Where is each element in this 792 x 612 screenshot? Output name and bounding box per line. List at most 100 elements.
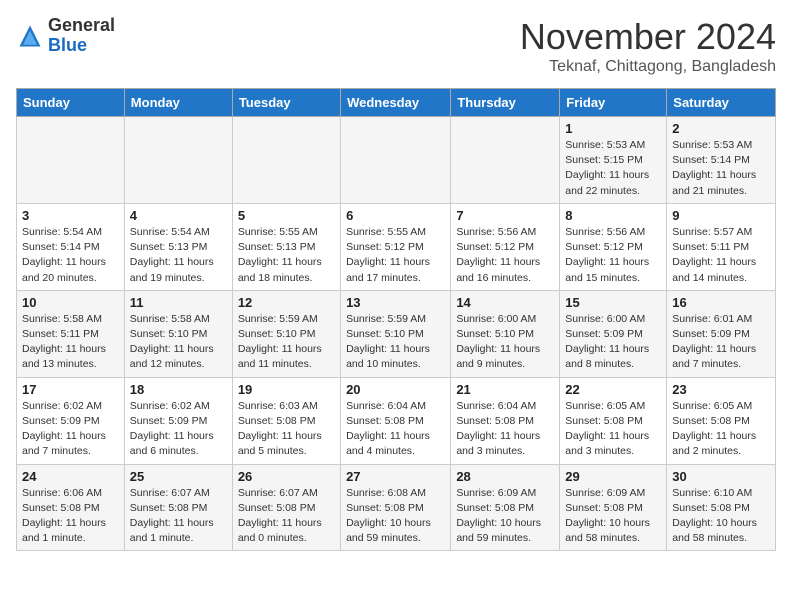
day-number: 19 [238, 382, 335, 397]
day-cell: 9Sunrise: 5:57 AMSunset: 5:11 PMDaylight… [667, 203, 776, 290]
day-number: 21 [456, 382, 554, 397]
week-row-1: 1 Sunrise: 5:53 AMSunset: 5:15 PMDaylight… [17, 117, 776, 204]
day-cell: 13 Sunrise: 5:59 AMSunset: 5:10 PMDayligh… [341, 290, 451, 377]
day-info: Sunrise: 6:03 AMSunset: 5:08 PMDaylight:… [238, 399, 335, 460]
day-number: 25 [130, 469, 227, 484]
day-number: 2 [672, 121, 770, 136]
logo: General Blue [16, 16, 115, 56]
weekday-header-saturday: Saturday [667, 89, 776, 117]
day-number: 26 [238, 469, 335, 484]
month-title: November 2024 [520, 16, 776, 58]
day-info: Sunrise: 5:56 AMSunset: 5:12 PMDaylight:… [456, 225, 554, 286]
day-number: 9 [672, 208, 770, 223]
week-row-4: 17 Sunrise: 6:02 AMSunset: 5:09 PMDayligh… [17, 377, 776, 464]
logo-general: General [48, 15, 115, 35]
day-number: 15 [565, 295, 661, 310]
day-number: 11 [130, 295, 227, 310]
day-info: Sunrise: 5:55 AMSunset: 5:13 PMDaylight:… [238, 225, 335, 286]
day-info: Sunrise: 6:10 AMSunset: 5:08 PMDaylight:… [672, 486, 770, 547]
logo-blue: Blue [48, 35, 87, 55]
day-info: Sunrise: 5:59 AMSunset: 5:10 PMDaylight:… [346, 312, 445, 373]
day-number: 17 [22, 382, 119, 397]
day-number: 28 [456, 469, 554, 484]
day-number: 6 [346, 208, 445, 223]
day-number: 10 [22, 295, 119, 310]
weekday-header-thursday: Thursday [451, 89, 560, 117]
day-number: 1 [565, 121, 661, 136]
day-number: 20 [346, 382, 445, 397]
day-cell: 22 Sunrise: 6:05 AMSunset: 5:08 PMDayligh… [560, 377, 667, 464]
weekday-header-row: SundayMondayTuesdayWednesdayThursdayFrid… [17, 89, 776, 117]
day-cell [17, 117, 125, 204]
day-info: Sunrise: 5:59 AMSunset: 5:10 PMDaylight:… [238, 312, 335, 373]
day-cell: 26 Sunrise: 6:07 AMSunset: 5:08 PMDayligh… [232, 464, 340, 551]
day-info: Sunrise: 5:55 AMSunset: 5:12 PMDaylight:… [346, 225, 445, 286]
day-cell: 14 Sunrise: 6:00 AMSunset: 5:10 PMDayligh… [451, 290, 560, 377]
day-number: 12 [238, 295, 335, 310]
day-info: Sunrise: 6:09 AMSunset: 5:08 PMDaylight:… [456, 486, 554, 547]
day-info: Sunrise: 6:00 AMSunset: 5:09 PMDaylight:… [565, 312, 661, 373]
day-info: Sunrise: 6:09 AMSunset: 5:08 PMDaylight:… [565, 486, 661, 547]
day-number: 22 [565, 382, 661, 397]
day-cell: 29 Sunrise: 6:09 AMSunset: 5:08 PMDayligh… [560, 464, 667, 551]
day-info: Sunrise: 6:02 AMSunset: 5:09 PMDaylight:… [130, 399, 227, 460]
day-cell: 25 Sunrise: 6:07 AMSunset: 5:08 PMDayligh… [124, 464, 232, 551]
weekday-header-tuesday: Tuesday [232, 89, 340, 117]
logo-icon [16, 22, 44, 50]
day-cell [451, 117, 560, 204]
day-info: Sunrise: 5:53 AMSunset: 5:15 PMDaylight:… [565, 138, 661, 199]
day-cell: 12 Sunrise: 5:59 AMSunset: 5:10 PMDayligh… [232, 290, 340, 377]
title-block: November 2024 Teknaf, Chittagong, Bangla… [520, 16, 776, 76]
day-number: 29 [565, 469, 661, 484]
day-number: 30 [672, 469, 770, 484]
day-cell: 10Sunrise: 5:58 AMSunset: 5:11 PMDayligh… [17, 290, 125, 377]
day-number: 8 [565, 208, 661, 223]
day-number: 16 [672, 295, 770, 310]
week-row-3: 10Sunrise: 5:58 AMSunset: 5:11 PMDayligh… [17, 290, 776, 377]
day-number: 4 [130, 208, 227, 223]
day-cell: 2 Sunrise: 5:53 AMSunset: 5:14 PMDaylight… [667, 117, 776, 204]
day-cell [232, 117, 340, 204]
day-info: Sunrise: 5:56 AMSunset: 5:12 PMDaylight:… [565, 225, 661, 286]
page-header: General Blue November 2024 Teknaf, Chitt… [16, 16, 776, 76]
day-cell: 5 Sunrise: 5:55 AMSunset: 5:13 PMDaylight… [232, 203, 340, 290]
day-info: Sunrise: 5:54 AMSunset: 5:14 PMDaylight:… [22, 225, 119, 286]
day-cell: 1 Sunrise: 5:53 AMSunset: 5:15 PMDaylight… [560, 117, 667, 204]
day-info: Sunrise: 6:06 AMSunset: 5:08 PMDaylight:… [22, 486, 119, 547]
day-info: Sunrise: 5:58 AMSunset: 5:10 PMDaylight:… [130, 312, 227, 373]
calendar-table: SundayMondayTuesdayWednesdayThursdayFrid… [16, 88, 776, 551]
day-cell: 20Sunrise: 6:04 AMSunset: 5:08 PMDayligh… [341, 377, 451, 464]
location: Teknaf, Chittagong, Bangladesh [520, 58, 776, 76]
day-cell: 8 Sunrise: 5:56 AMSunset: 5:12 PMDaylight… [560, 203, 667, 290]
day-cell: 7 Sunrise: 5:56 AMSunset: 5:12 PMDaylight… [451, 203, 560, 290]
week-row-5: 24 Sunrise: 6:06 AMSunset: 5:08 PMDayligh… [17, 464, 776, 551]
logo-text: General Blue [48, 16, 115, 56]
day-cell [124, 117, 232, 204]
day-cell: 4Sunrise: 5:54 AMSunset: 5:13 PMDaylight… [124, 203, 232, 290]
day-number: 5 [238, 208, 335, 223]
day-number: 27 [346, 469, 445, 484]
day-cell: 15 Sunrise: 6:00 AMSunset: 5:09 PMDayligh… [560, 290, 667, 377]
day-info: Sunrise: 5:53 AMSunset: 5:14 PMDaylight:… [672, 138, 770, 199]
day-number: 14 [456, 295, 554, 310]
day-number: 7 [456, 208, 554, 223]
day-cell: 6 Sunrise: 5:55 AMSunset: 5:12 PMDaylight… [341, 203, 451, 290]
day-cell: 24 Sunrise: 6:06 AMSunset: 5:08 PMDayligh… [17, 464, 125, 551]
day-cell: 27 Sunrise: 6:08 AMSunset: 5:08 PMDayligh… [341, 464, 451, 551]
day-info: Sunrise: 6:07 AMSunset: 5:08 PMDaylight:… [238, 486, 335, 547]
day-info: Sunrise: 6:02 AMSunset: 5:09 PMDaylight:… [22, 399, 119, 460]
weekday-header-wednesday: Wednesday [341, 89, 451, 117]
day-number: 24 [22, 469, 119, 484]
day-number: 13 [346, 295, 445, 310]
day-info: Sunrise: 6:07 AMSunset: 5:08 PMDaylight:… [130, 486, 227, 547]
day-number: 23 [672, 382, 770, 397]
day-cell: 30 Sunrise: 6:10 AMSunset: 5:08 PMDayligh… [667, 464, 776, 551]
day-cell: 21Sunrise: 6:04 AMSunset: 5:08 PMDayligh… [451, 377, 560, 464]
day-number: 3 [22, 208, 119, 223]
day-info: Sunrise: 6:05 AMSunset: 5:08 PMDaylight:… [565, 399, 661, 460]
day-info: Sunrise: 6:08 AMSunset: 5:08 PMDaylight:… [346, 486, 445, 547]
day-cell: 18Sunrise: 6:02 AMSunset: 5:09 PMDayligh… [124, 377, 232, 464]
day-cell: 19 Sunrise: 6:03 AMSunset: 5:08 PMDayligh… [232, 377, 340, 464]
day-cell: 28 Sunrise: 6:09 AMSunset: 5:08 PMDayligh… [451, 464, 560, 551]
day-info: Sunrise: 6:00 AMSunset: 5:10 PMDaylight:… [456, 312, 554, 373]
